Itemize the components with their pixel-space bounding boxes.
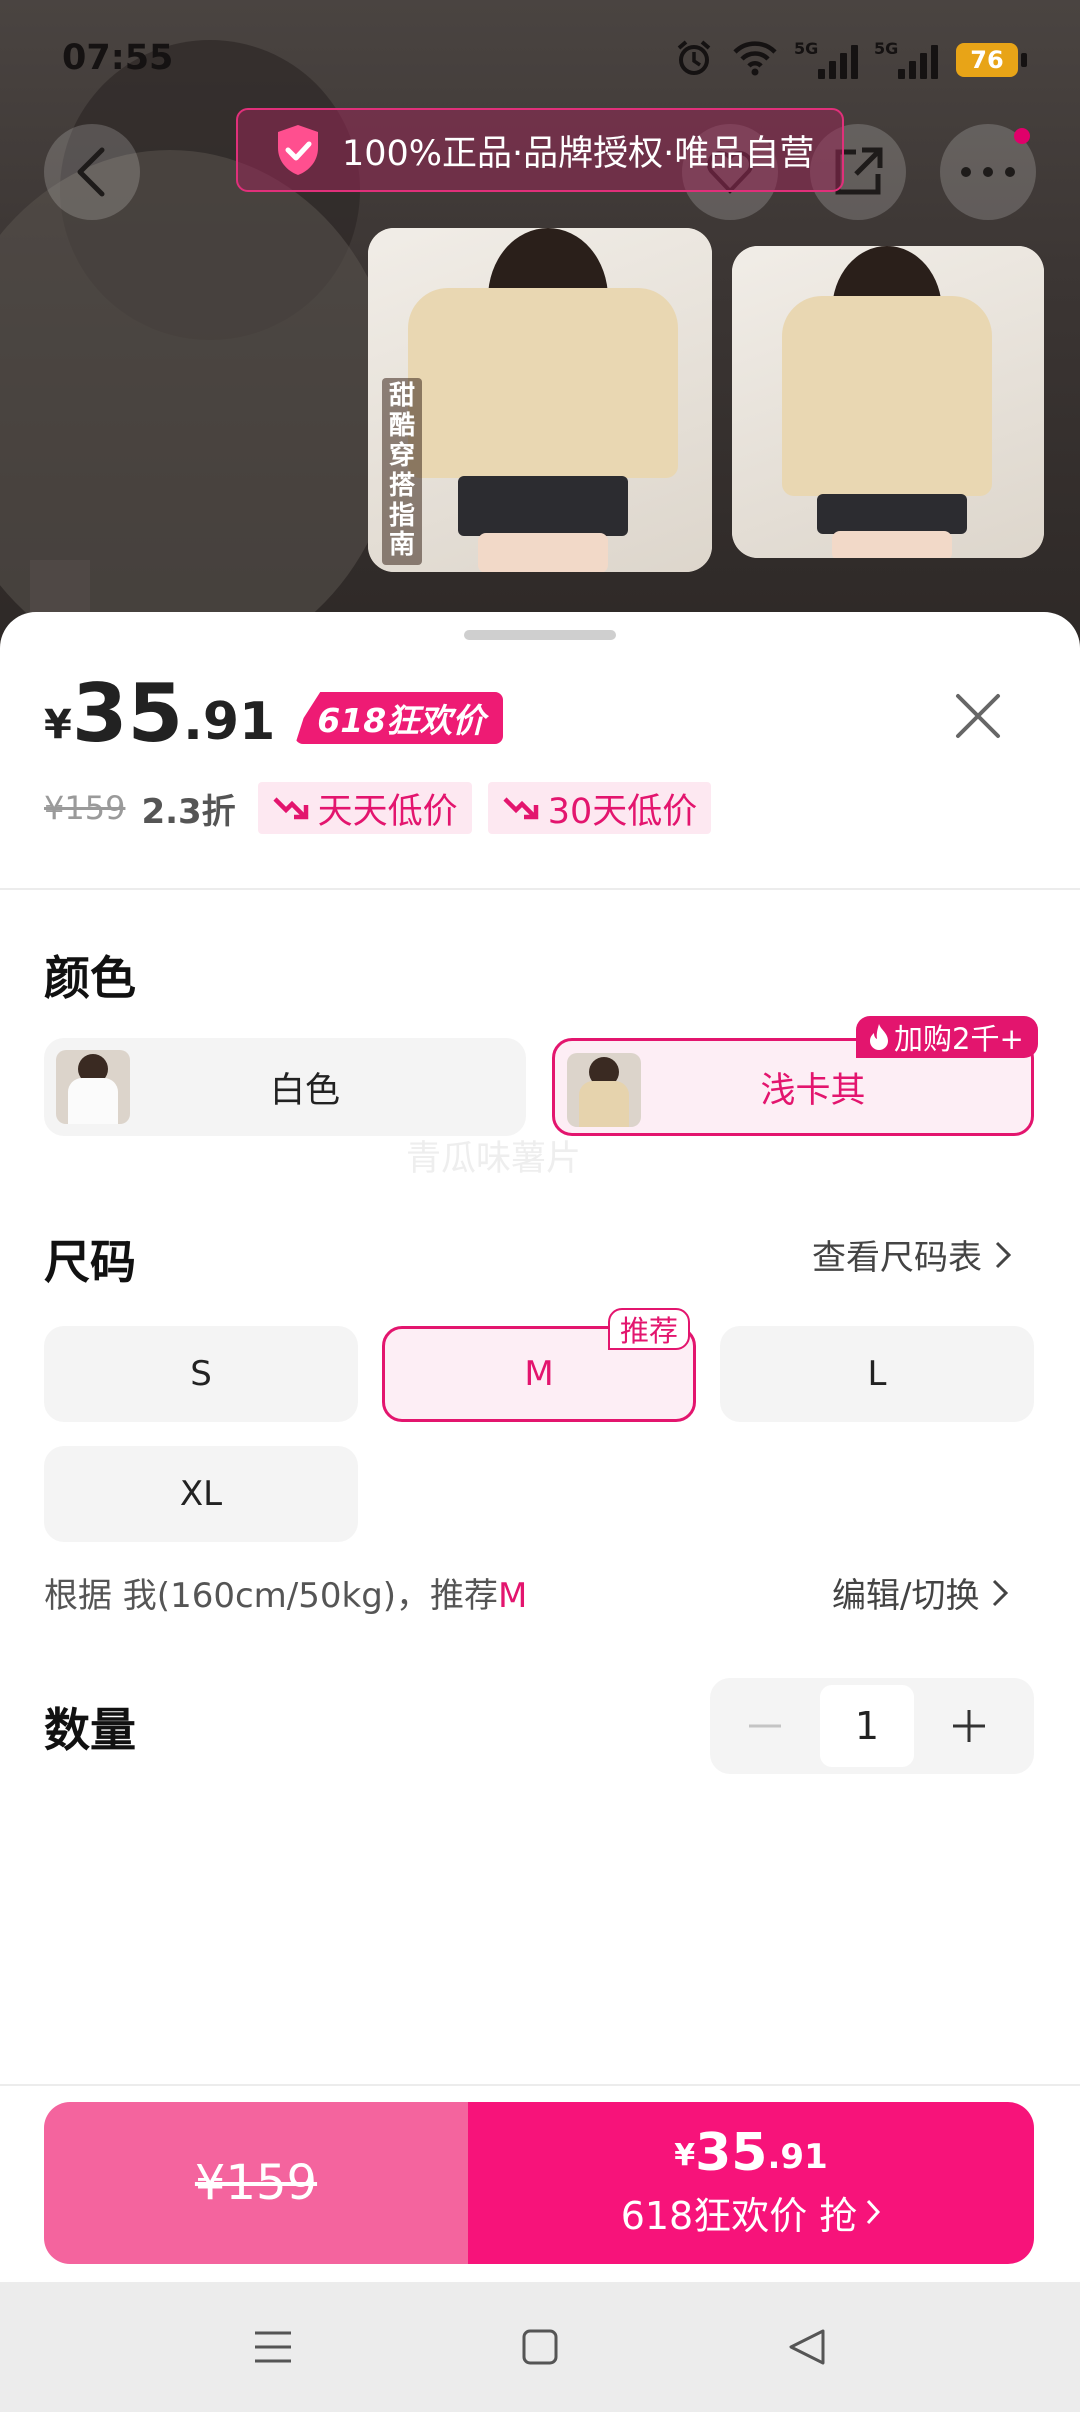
back-button[interactable] (44, 124, 140, 220)
original-price: ¥159 (44, 789, 126, 827)
increment-button[interactable] (914, 1678, 1024, 1774)
price-integer: 35 (71, 667, 184, 760)
buy-price: ¥ 35 .91 (674, 2127, 827, 2179)
size-recommendation: 根据 我(160cm/50kg)，推荐M (44, 1568, 527, 1617)
flame-icon (870, 1024, 888, 1050)
system-back-button[interactable] (780, 2320, 834, 2374)
sku-selection-sheet: ¥ 35 .91 618狂欢价 ¥159 2.3折 天天低价 30天低价 颜色 (0, 612, 1080, 2282)
app-root: 07:55 5G 5G 76 100%正品·品牌授权·唯品自营 甜酷穿搭指南 ¥… (0, 0, 1080, 2412)
recent-apps-button[interactable] (246, 2320, 300, 2374)
denim-shorts (458, 476, 628, 536)
30day-low-label: 30天低价 (547, 791, 698, 832)
plus-icon (953, 1710, 985, 1742)
edit-switch-label: 编辑/切换 (832, 1576, 980, 1616)
status-bar: 07:55 5G 5G 76 (0, 0, 1080, 120)
price-decimal: .91 (183, 692, 276, 752)
size-chart-link[interactable]: 查看尺码表 (812, 1230, 1012, 1279)
size-option-s[interactable]: S (44, 1326, 358, 1422)
thumbnail-overlay-text: 甜酷穿搭指南 (382, 378, 422, 566)
promo-badge: 618狂欢价 (295, 692, 504, 744)
quantity-section-title: 数量 (44, 1703, 136, 1757)
hot-badge-text: 加购2千+ (894, 1022, 1024, 1056)
price-currency: ¥ (44, 702, 72, 748)
original-price-button[interactable]: ¥159 (44, 2102, 468, 2264)
color-swatch-khaki (567, 1053, 641, 1127)
quantity-stepper: 1 (710, 1678, 1034, 1774)
buy-price-decimal: .91 (767, 2136, 828, 2177)
color-option-white[interactable]: 白色 (44, 1038, 526, 1136)
status-icons: 5G 5G 76 (674, 38, 1027, 82)
30day-low-price-tag: 30天低价 (487, 782, 712, 834)
edit-switch-link[interactable]: 编辑/切换 (832, 1568, 1009, 1617)
buy-action-label: 618狂欢价 抢 (620, 2193, 858, 2238)
chevron-right-icon (995, 1241, 1012, 1268)
alarm-icon (674, 38, 714, 82)
minus-icon (749, 1724, 781, 1728)
status-time: 07:55 (62, 38, 174, 78)
close-icon (956, 694, 1000, 738)
bottom-divider (0, 2084, 1080, 2086)
buy-now-button[interactable]: ¥ 35 .91 618狂欢价 抢 (468, 2102, 1034, 2264)
daily-low-price-tag: 天天低价 (257, 782, 472, 834)
chevron-right-icon (993, 1579, 1009, 1606)
more-dots-icon (961, 167, 1015, 177)
product-thumbnail-2[interactable] (732, 246, 1044, 558)
shield-check-icon (278, 125, 318, 175)
home-button[interactable] (513, 2320, 567, 2374)
notification-dot (1014, 128, 1030, 144)
recommendation-text: 根据 我(160cm/50kg)，推荐 (44, 1576, 499, 1616)
khaki-shirt (408, 288, 678, 478)
watermark: 青瓜味薯片 (406, 1139, 582, 1179)
signal-icon-2: 5G (874, 39, 938, 79)
discount-rate: 2.3折 (141, 791, 236, 832)
current-price: ¥ 35 .91 618狂欢价 (44, 667, 504, 760)
drag-handle[interactable] (464, 630, 616, 640)
signal-label: 5G (794, 39, 819, 58)
chevron-left-icon (77, 147, 105, 197)
signal-icon: 5G (794, 39, 858, 79)
triangle-back-icon (789, 2329, 825, 2365)
denim-shorts (817, 494, 967, 534)
authenticity-text: 100%正品·品牌授权·唯品自营 (342, 133, 815, 174)
authenticity-banner: 100%正品·品牌授权·唯品自营 (236, 108, 844, 192)
color-swatch-white (56, 1050, 130, 1124)
section-divider (0, 888, 1080, 890)
quantity-value[interactable]: 1 (820, 1685, 914, 1767)
wifi-icon (732, 39, 778, 81)
size-option-l[interactable]: L (720, 1326, 1034, 1422)
trend-down-icon (273, 797, 308, 820)
color-section-title: 颜色 (44, 951, 136, 1005)
decrement-button[interactable] (710, 1678, 820, 1774)
model-legs (832, 531, 952, 558)
trend-down-icon (503, 797, 538, 820)
recommend-badge: 推荐 (608, 1308, 691, 1350)
buy-price-integer: 35 (695, 2122, 768, 2183)
square-icon (522, 2329, 558, 2365)
size-option-xl[interactable]: XL (44, 1446, 358, 1542)
product-thumbnail-1[interactable]: 甜酷穿搭指南 (368, 228, 712, 572)
size-section-title: 尺码 (44, 1235, 136, 1289)
buy-price-currency: ¥ (674, 2137, 696, 2173)
daily-low-label: 天天低价 (317, 791, 458, 832)
chevron-right-icon (867, 2199, 881, 2225)
buy-action: 618狂欢价 抢 (621, 2185, 882, 2240)
signal-label: 5G (874, 39, 899, 58)
size-chart-label: 查看尺码表 (812, 1238, 982, 1278)
menu-icon (255, 2331, 291, 2363)
price-details: ¥159 2.3折 天天低价 30天低价 (44, 782, 712, 834)
model-legs (478, 533, 608, 572)
battery-icon: 76 (956, 43, 1027, 77)
hot-badge: 加购2千+ (856, 1016, 1038, 1058)
close-button[interactable] (950, 688, 1006, 744)
khaki-shirt (782, 296, 992, 496)
recommended-size: M (498, 1576, 528, 1616)
system-navigation-bar (0, 2282, 1080, 2412)
buy-bar: ¥159 ¥ 35 .91 618狂欢价 抢 (44, 2102, 1034, 2264)
